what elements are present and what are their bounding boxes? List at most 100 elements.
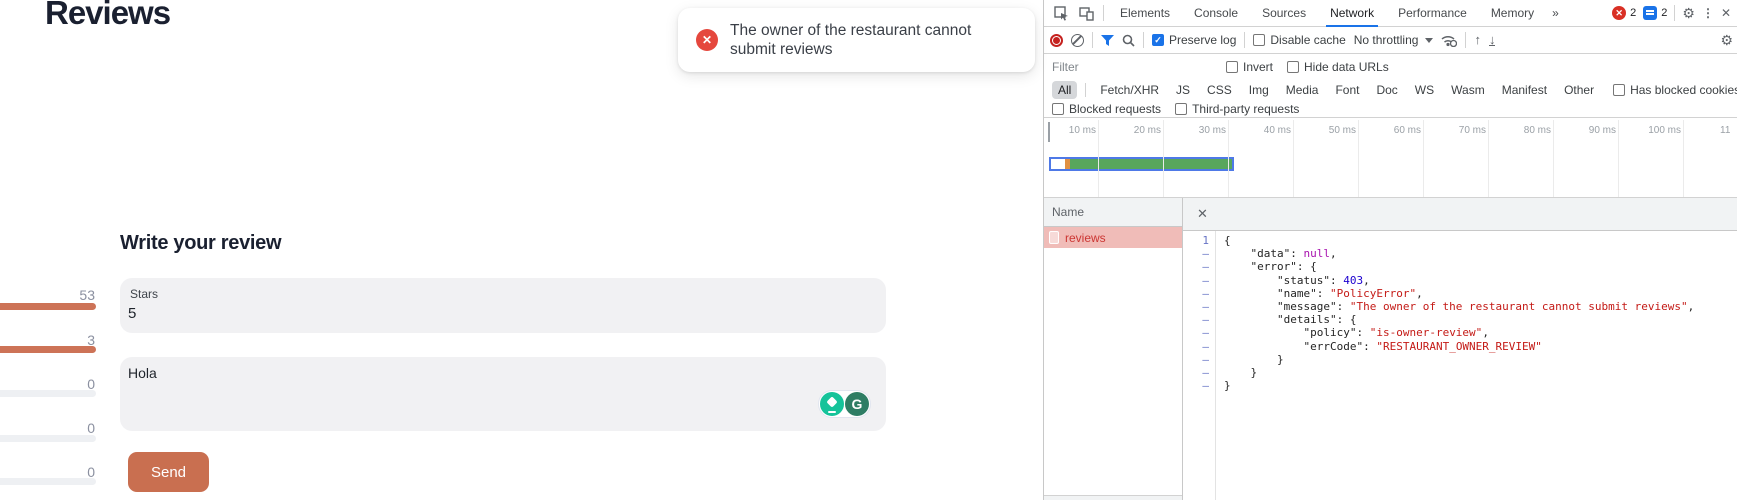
- type-chip-font[interactable]: Font: [1329, 81, 1365, 99]
- close-devtools-icon[interactable]: ✕: [1721, 6, 1731, 20]
- record-network-log-icon[interactable]: [1050, 34, 1063, 47]
- fold-marker[interactable]: –: [1183, 366, 1209, 379]
- selected-request-waterfall-bar: [1049, 157, 1234, 171]
- review-textarea[interactable]: Hola G: [120, 357, 886, 431]
- search-icon[interactable]: [1122, 34, 1135, 47]
- fold-marker[interactable]: –: [1183, 379, 1209, 392]
- clear-network-log-icon[interactable]: [1071, 34, 1084, 47]
- request-row-reviews[interactable]: reviews: [1044, 227, 1182, 248]
- name-column-header[interactable]: Name: [1044, 198, 1182, 227]
- token-p: }: [1224, 366, 1257, 379]
- disable-cache-checkbox[interactable]: Disable cache: [1253, 33, 1345, 47]
- token-p: }: [1224, 379, 1231, 392]
- device-toolbar-icon[interactable]: [1074, 6, 1099, 21]
- invert-label: Invert: [1243, 60, 1273, 74]
- fold-marker[interactable]: –: [1183, 260, 1209, 273]
- rating-bar: [0, 303, 96, 310]
- kebab-menu-icon[interactable]: ⋮: [1702, 6, 1714, 20]
- name-column-footer: [1044, 495, 1182, 500]
- timeline-tick-label: 90 ms: [1556, 125, 1616, 136]
- grammarly-logo-icon[interactable]: G: [845, 392, 869, 416]
- more-tabs-chevron[interactable]: »: [1546, 0, 1565, 27]
- code-line: }: [1224, 366, 1694, 379]
- token-k: "details": [1277, 313, 1337, 326]
- type-chip-ws[interactable]: WS: [1409, 81, 1440, 99]
- token-k: "name": [1277, 287, 1317, 300]
- fold-marker[interactable]: –: [1183, 313, 1209, 326]
- tabbar-right-group: ✕ 2 2 ⚙ ⋮ ✕: [1612, 5, 1737, 22]
- code-line: "details": {: [1224, 313, 1694, 326]
- response-viewer: 1––––––––––– { "data": null, "error": { …: [1183, 231, 1737, 500]
- type-chip-manifest[interactable]: Manifest: [1496, 81, 1553, 99]
- timeline-tick-label: 50 ms: [1296, 125, 1356, 136]
- rating-bar: [0, 390, 96, 397]
- token-str: "is-owner-review": [1370, 326, 1483, 339]
- fold-marker[interactable]: –: [1183, 247, 1209, 260]
- tab-performance[interactable]: Performance: [1386, 0, 1479, 27]
- network-overview-timeline[interactable]: 10 ms20 ms30 ms40 ms50 ms60 ms70 ms80 ms…: [1044, 118, 1737, 198]
- console-errors-icon[interactable]: ✕: [1612, 6, 1626, 20]
- timeline-tick-label: 40 ms: [1231, 125, 1291, 136]
- timeline-gridline: [1683, 120, 1684, 197]
- preserve-log-checkbox[interactable]: ✓ Preserve log: [1152, 33, 1236, 47]
- type-chip-all[interactable]: All: [1052, 81, 1077, 99]
- send-button[interactable]: Send: [128, 452, 209, 492]
- network-conditions-icon[interactable]: [1441, 34, 1457, 47]
- request-detail-pane: ✕ 1––––––––––– { "data": null, "error": …: [1183, 198, 1737, 500]
- stars-field[interactable]: Stars 5: [120, 278, 886, 333]
- rating-count: 53: [0, 287, 95, 303]
- fold-marker[interactable]: –: [1183, 287, 1209, 300]
- throttling-dropdown[interactable]: No throttling: [1354, 33, 1434, 47]
- token-p: [1224, 260, 1251, 273]
- fold-marker[interactable]: –: [1183, 326, 1209, 339]
- type-chip-css[interactable]: CSS: [1201, 81, 1238, 99]
- token-k: "data": [1251, 247, 1291, 260]
- close-detail-icon[interactable]: ✕: [1189, 206, 1216, 222]
- type-chip-other[interactable]: Other: [1558, 81, 1600, 99]
- tab-elements[interactable]: Elements: [1108, 0, 1182, 27]
- timeline-tick-label: 20 ms: [1101, 125, 1161, 136]
- filter-funnel-icon[interactable]: [1101, 35, 1114, 46]
- type-chip-doc[interactable]: Doc: [1370, 81, 1403, 99]
- rating-bar: [0, 478, 96, 485]
- settings-gear-icon[interactable]: ⚙: [1682, 5, 1695, 22]
- fold-marker[interactable]: –: [1183, 300, 1209, 313]
- timeline-tick-label: 60 ms: [1361, 125, 1421, 136]
- tab-network[interactable]: Network: [1318, 0, 1386, 27]
- timeline-gridline: [1553, 120, 1554, 197]
- code-line: {: [1224, 234, 1694, 247]
- token-p: : {: [1297, 260, 1317, 273]
- fold-marker[interactable]: –: [1183, 340, 1209, 353]
- import-har-icon[interactable]: ↓: [1489, 35, 1496, 46]
- has-blocked-cookies-checkbox[interactable]: Has blocked cookies: [1613, 83, 1737, 97]
- type-chip-wasm[interactable]: Wasm: [1445, 81, 1491, 99]
- third-party-requests-checkbox[interactable]: Third-party requests: [1175, 102, 1299, 116]
- type-chip-js[interactable]: JS: [1170, 81, 1196, 99]
- type-chip-img[interactable]: Img: [1243, 81, 1275, 99]
- token-p: [1224, 300, 1277, 313]
- tab-sources[interactable]: Sources: [1250, 0, 1318, 27]
- export-har-icon[interactable]: ↑: [1474, 35, 1481, 45]
- token-p: [1224, 326, 1303, 339]
- hide-data-urls-checkbox[interactable]: Hide data URLs: [1287, 60, 1389, 74]
- tab-console[interactable]: Console: [1182, 0, 1250, 27]
- token-p: : {: [1337, 313, 1357, 326]
- code-line: "message": "The owner of the restaurant …: [1224, 300, 1694, 313]
- network-settings-gear-icon[interactable]: ⚙: [1720, 32, 1733, 49]
- filter-input[interactable]: Filter: [1052, 60, 1212, 74]
- grammarly-suggestion-icon[interactable]: [820, 392, 844, 416]
- blocked-requests-checkbox[interactable]: Blocked requests: [1052, 102, 1161, 116]
- review-text-value: Hola: [128, 365, 874, 381]
- fold-marker[interactable]: –: [1183, 274, 1209, 287]
- line-number-gutter[interactable]: 1–––––––––––: [1183, 231, 1216, 500]
- type-chip-media[interactable]: Media: [1280, 81, 1325, 99]
- separator: [1085, 83, 1086, 97]
- blocked-requests-label: Blocked requests: [1069, 102, 1161, 116]
- inspect-cursor-icon[interactable]: [1049, 6, 1074, 21]
- invert-checkbox[interactable]: Invert: [1226, 60, 1273, 74]
- type-chip-fetchxhr[interactable]: Fetch/XHR: [1094, 81, 1165, 99]
- issues-icon[interactable]: [1643, 6, 1657, 20]
- token-p: :: [1290, 247, 1303, 260]
- tab-memory[interactable]: Memory: [1479, 0, 1546, 27]
- fold-marker[interactable]: –: [1183, 353, 1209, 366]
